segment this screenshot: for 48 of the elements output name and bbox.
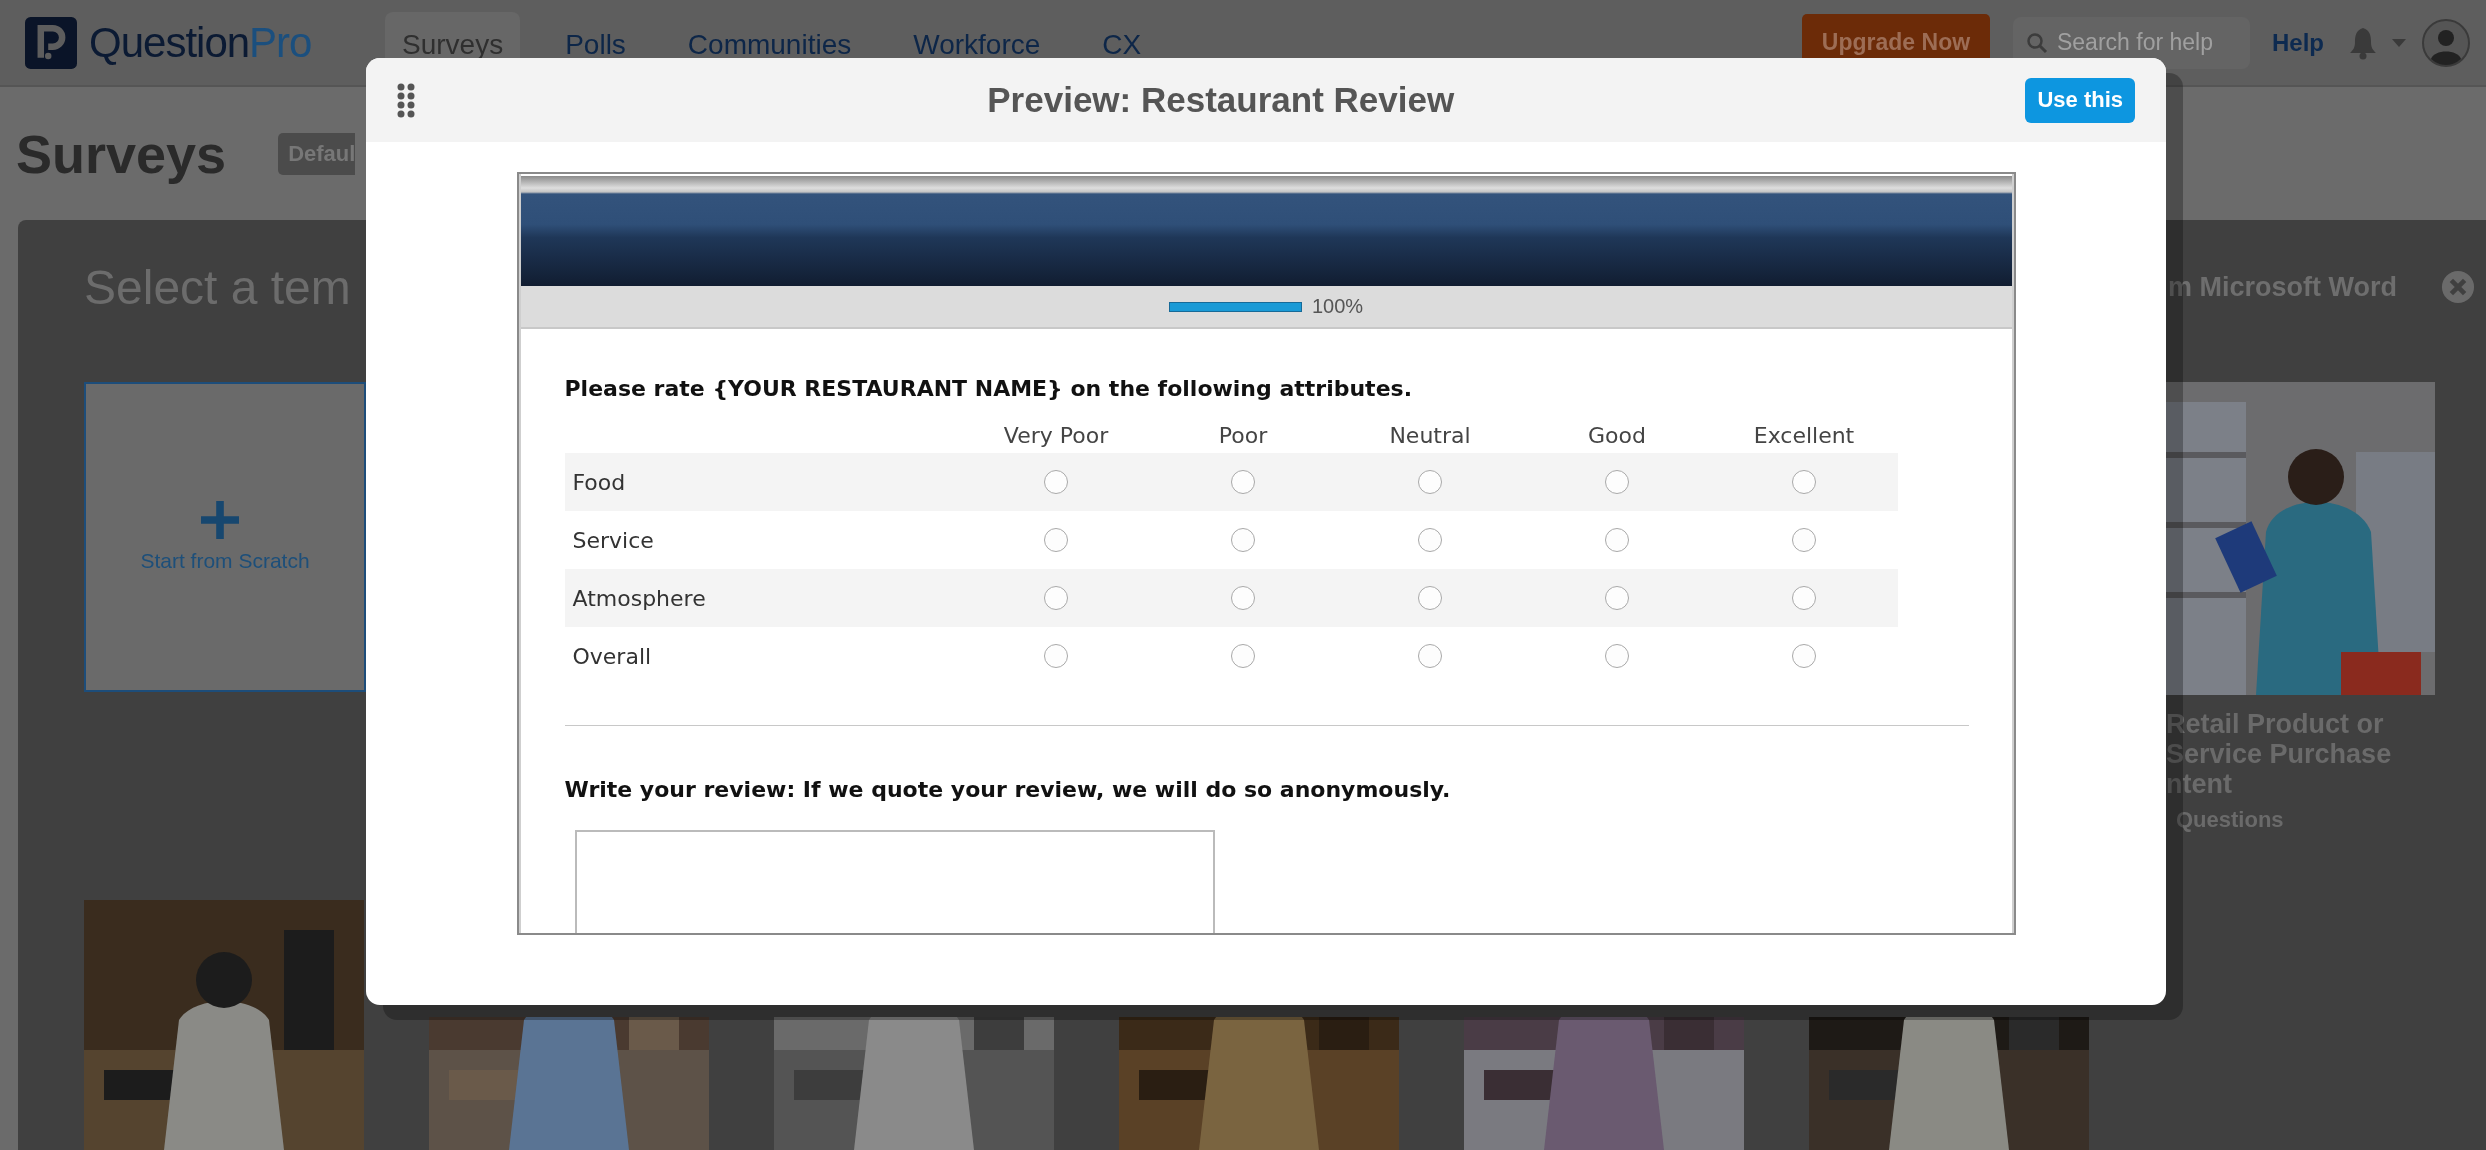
search-icon [2025, 30, 2049, 55]
radio-button[interactable] [1605, 470, 1629, 494]
avatar-icon[interactable] [2422, 18, 2470, 67]
radio-button[interactable] [1044, 644, 1068, 668]
radio-button[interactable] [1605, 644, 1629, 668]
progress-label: 100% [1311, 295, 1364, 318]
scale-label: Excellent [1752, 422, 1856, 448]
page-title: Surveys [16, 122, 227, 185]
radio-button[interactable] [1231, 586, 1255, 610]
radio-button[interactable] [1044, 470, 1068, 494]
radio-button[interactable] [1231, 470, 1255, 494]
radio-button[interactable] [1792, 586, 1816, 610]
question-text: Write your review: If we quote your review, we will do so anonymously. [564, 776, 1452, 804]
drag-handle-icon[interactable] [396, 82, 416, 118]
radio-button[interactable] [1044, 528, 1068, 552]
caret-icon[interactable] [2392, 38, 2406, 47]
question-text: Please rate {YOUR RESTAURANT NAME} on the following attributes. [564, 375, 1413, 403]
scale-label: Poor [1217, 422, 1269, 448]
nav-tab[interactable]: Polls [548, 12, 643, 85]
radio-button[interactable] [1418, 644, 1442, 668]
logo-icon [25, 16, 77, 69]
radio-button[interactable] [1418, 470, 1442, 494]
radio-button[interactable] [1418, 586, 1442, 610]
row-label: Service [571, 527, 655, 553]
bell-icon[interactable] [2348, 25, 2378, 60]
close-icon[interactable] [2441, 270, 2475, 304]
radio-button[interactable] [1792, 528, 1816, 552]
row-label: Atmosphere [571, 585, 707, 611]
radio-button[interactable] [1605, 586, 1629, 610]
radio-button[interactable] [1044, 586, 1068, 610]
radio-button[interactable] [1418, 528, 1442, 552]
plus-icon [201, 501, 239, 539]
scale-label: Neutral [1388, 422, 1472, 448]
nav-tab[interactable]: Communities [670, 12, 869, 85]
scale-label: Very Poor [1002, 422, 1110, 448]
help-link[interactable]: Help [2272, 28, 2324, 57]
radio-button[interactable] [1605, 528, 1629, 552]
radio-button[interactable] [1231, 528, 1255, 552]
logo-text: QuestionPro [89, 18, 312, 67]
radio-button[interactable] [1231, 644, 1255, 668]
row-label: Overall [571, 643, 653, 669]
row-label: Food [571, 469, 627, 495]
use-this-button[interactable]: Use this [2025, 77, 2135, 123]
scale-label: Good [1587, 422, 1647, 448]
radio-button[interactable] [1792, 470, 1816, 494]
radio-button[interactable] [1792, 644, 1816, 668]
scratch-card[interactable]: Start from Scratch [84, 382, 366, 692]
scratch-label: Start from Scratch [140, 549, 310, 573]
